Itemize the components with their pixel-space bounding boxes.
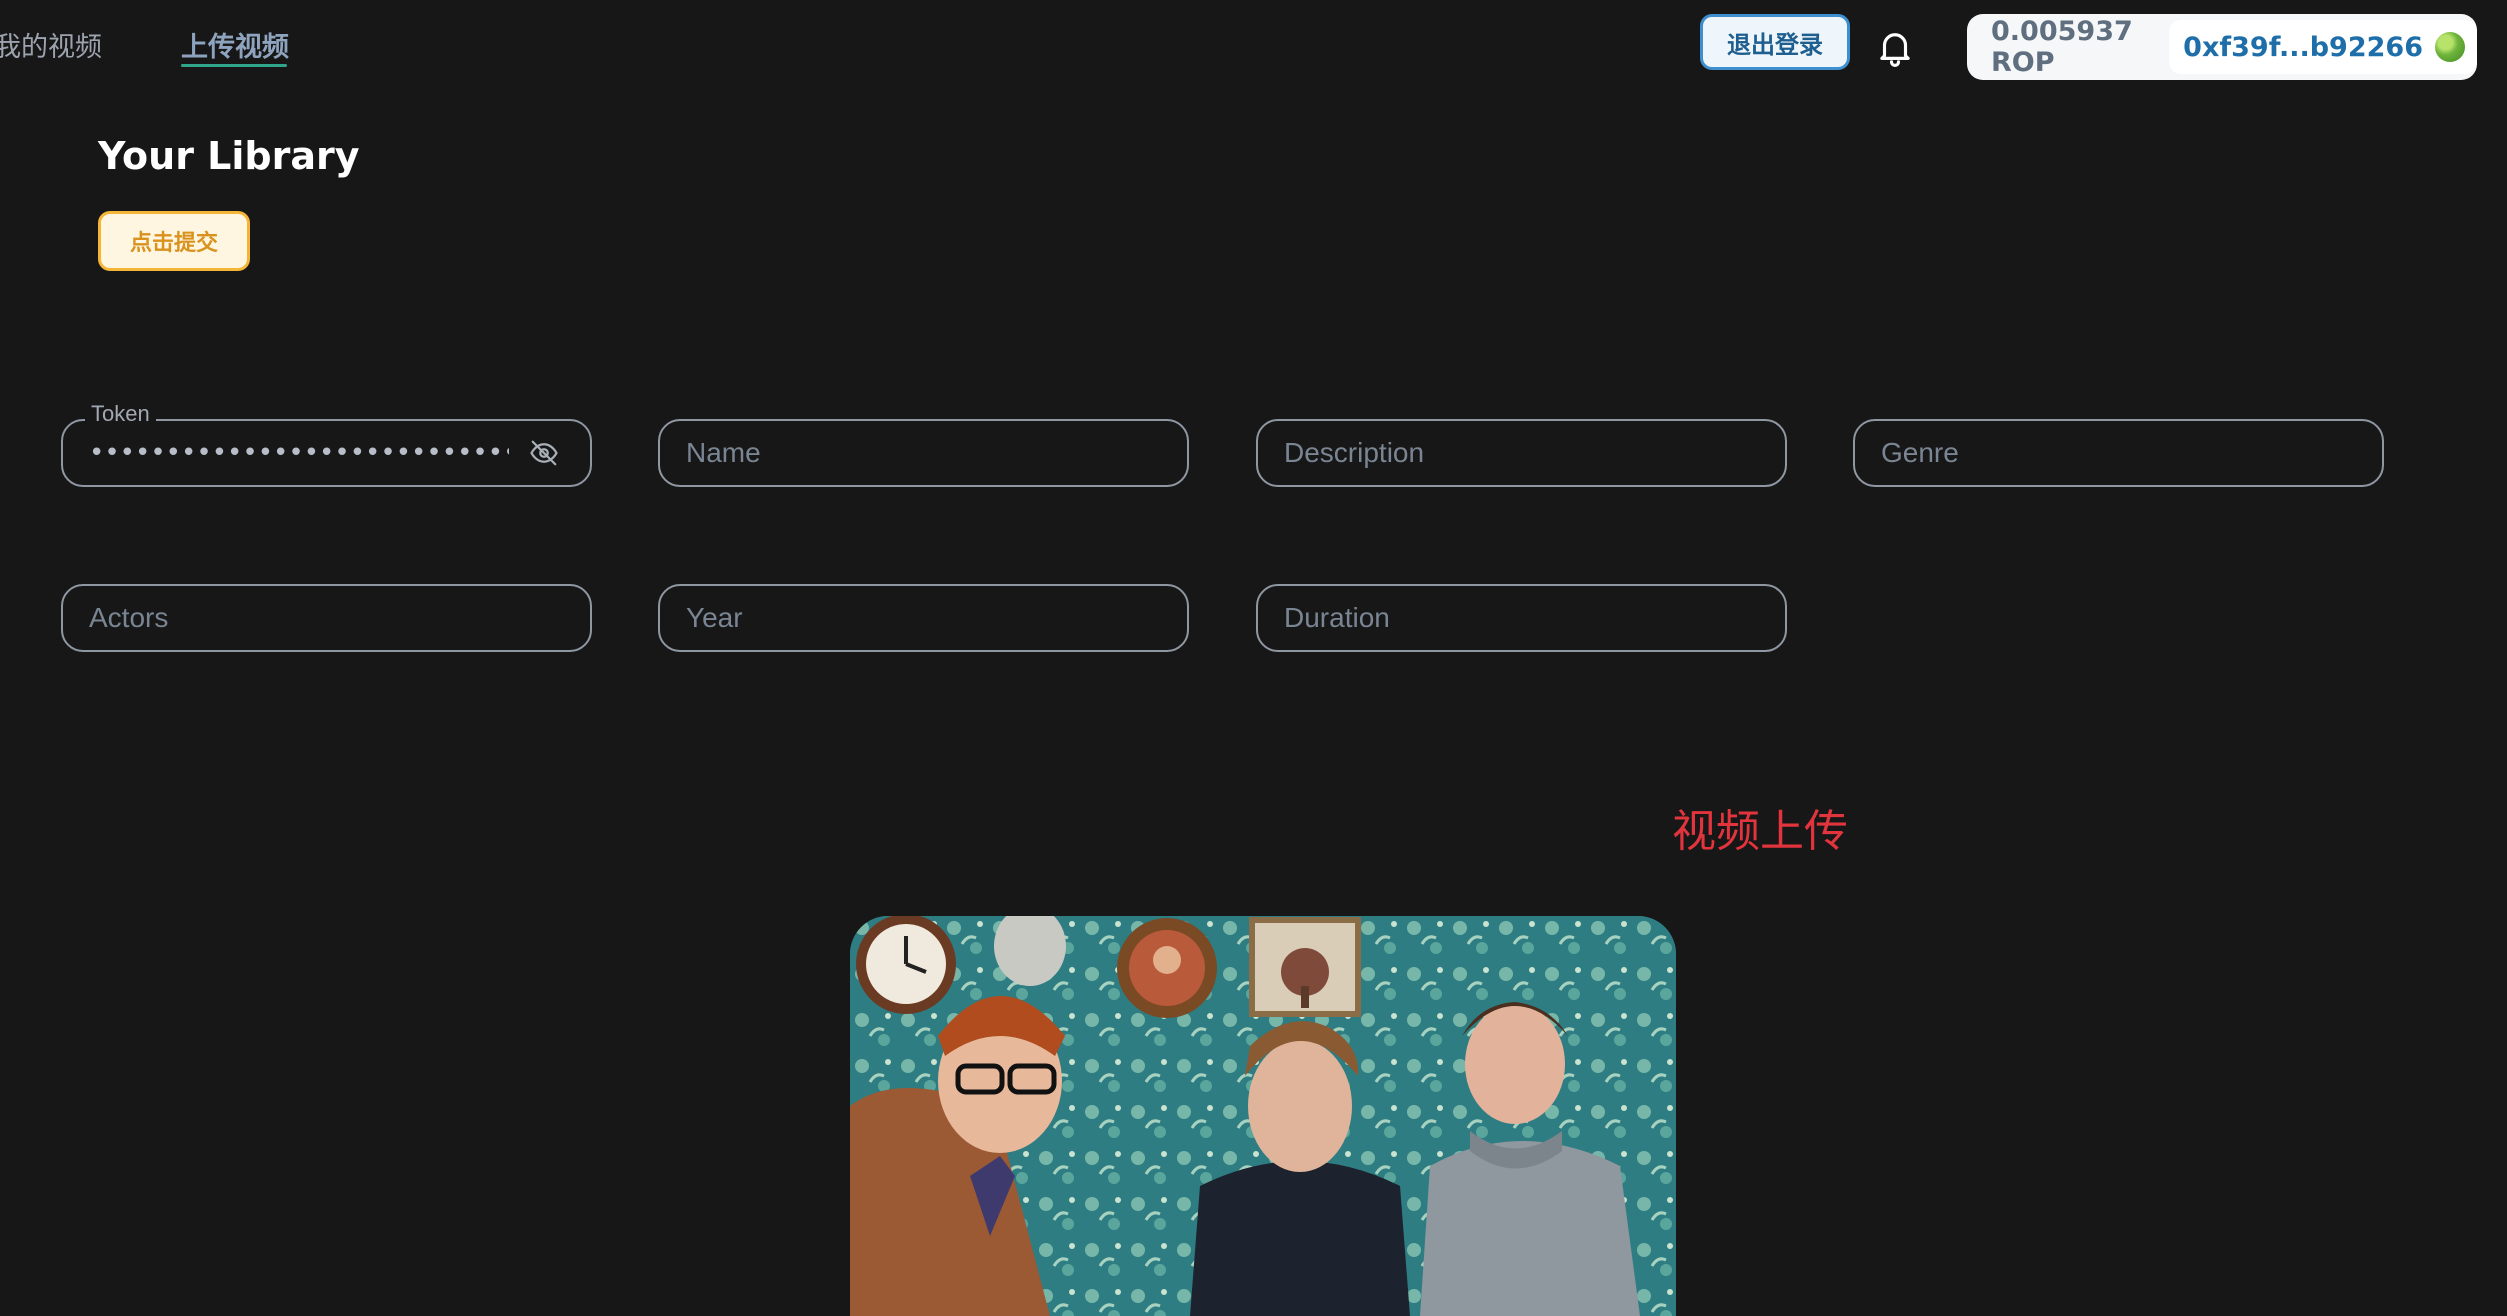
wallet-address: 0xf39f...b92266 [2183,31,2423,63]
description-placeholder: Description [1284,437,1425,468]
name-field[interactable]: Name [658,419,1189,487]
token-input[interactable]: •••••••••••••••••••••••••••••••• [89,421,509,485]
duration-placeholder: Duration [1284,602,1390,633]
wallet-account-button[interactable]: 0xf39f...b92266 [2169,20,2477,74]
year-field[interactable]: Year [658,584,1189,652]
page-title: Your Library [98,134,360,178]
nav-my-videos[interactable]: 我的视频 [0,25,102,64]
year-placeholder: Year [686,602,743,633]
nav-upload-video[interactable]: 上传视频 [181,25,289,64]
wallet-balance: 0.005937 ROP [1991,16,2133,78]
wallet-widget[interactable]: 0.005937 ROP 0xf39f...b92266 [1967,14,2477,80]
genre-field[interactable]: Genre [1853,419,2384,487]
nav-active-indicator [181,64,287,67]
bell-icon[interactable] [1874,26,1916,68]
duration-field[interactable]: Duration [1256,584,1787,652]
video-preview[interactable] [850,916,1676,1316]
wallet-avatar-icon [2435,32,2465,62]
submit-button[interactable]: 点击提交 [98,211,250,271]
description-field[interactable]: Description [1256,419,1787,487]
actors-field[interactable]: Actors [61,584,592,652]
video-thumbnail-image [850,916,1676,1316]
actors-placeholder: Actors [89,602,169,633]
name-placeholder: Name [686,437,761,468]
token-field[interactable]: Token •••••••••••••••••••••••••••••••• [61,401,592,487]
genre-placeholder: Genre [1881,437,1959,468]
logout-button[interactable]: 退出登录 [1700,14,1850,70]
upload-section-title: 视频上传 [1672,806,1848,857]
eye-off-icon[interactable] [527,438,561,468]
